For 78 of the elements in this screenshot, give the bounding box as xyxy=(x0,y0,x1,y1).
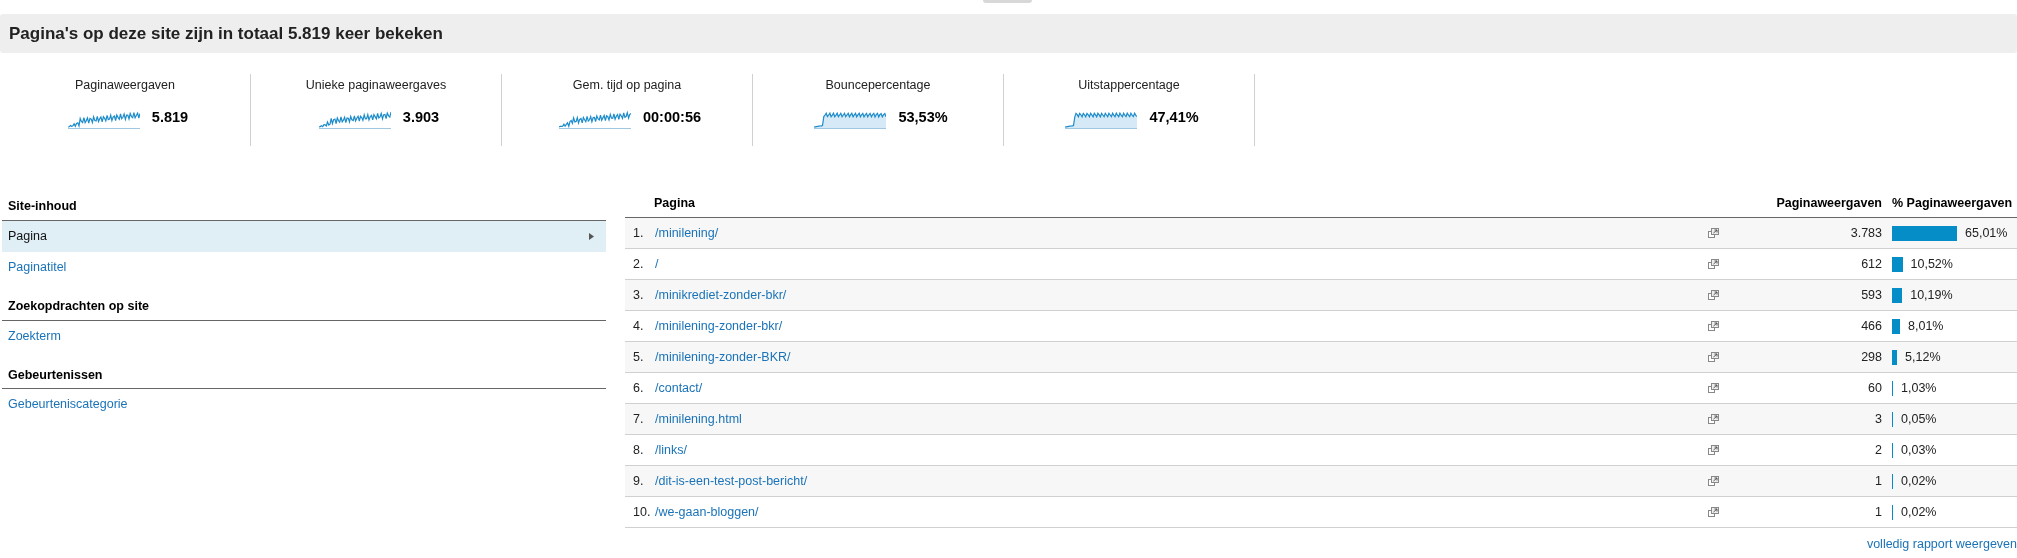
open-page-icon[interactable] xyxy=(1708,444,1719,456)
open-page-icon[interactable] xyxy=(1708,289,1719,301)
column-header: % Paginaweergaven xyxy=(1891,195,2014,213)
views-cell-text: 2 xyxy=(1874,441,1882,459)
views-cell-text: 466 xyxy=(1860,317,1882,335)
open-page-icon[interactable] xyxy=(1708,506,1719,518)
views-cell-text: 60 xyxy=(1867,379,1882,397)
metric-label: Uitstappercentage xyxy=(1078,77,1180,94)
views-cell-text: 593 xyxy=(1860,286,1882,304)
percent-bar xyxy=(1892,349,1898,365)
page-link[interactable]: / xyxy=(655,254,659,274)
metric-label: Bouncepercentage xyxy=(825,77,931,94)
open-page-icon[interactable] xyxy=(1708,413,1719,425)
views-cell-text: 3.783 xyxy=(1849,224,1882,242)
views-cell-text: 3 xyxy=(1874,410,1882,428)
sidebar-item[interactable]: Zoekterm xyxy=(2,320,606,352)
page-link[interactable]: /minilening/ xyxy=(655,223,719,243)
full-report-link[interactable]: volledig rapport weergeven xyxy=(1866,535,2017,554)
metric-value: 53,53% xyxy=(898,108,948,127)
open-page-icon[interactable] xyxy=(1708,320,1719,332)
percent-cell-text: 65,01% xyxy=(1965,224,2008,242)
views-cell-text: 1 xyxy=(1874,472,1882,490)
rank-number: 8. xyxy=(632,441,645,459)
metric-label: Unieke paginaweergaves xyxy=(305,77,447,94)
section-heading: Site-inhoud xyxy=(2,197,606,221)
percent-bar xyxy=(1892,225,1957,241)
percent-bar xyxy=(1892,256,1903,272)
percent-cell-text: 0,05% xyxy=(1901,410,1937,428)
metric-label: Paginaweergaven xyxy=(74,77,176,94)
sidebar-item[interactable]: Paginatitel xyxy=(2,251,606,283)
open-page-icon[interactable] xyxy=(1708,475,1719,487)
rank-number: 9. xyxy=(632,472,645,490)
page-link[interactable]: /minikrediet-zonder-bkr/ xyxy=(655,285,787,305)
rank-number: 10. xyxy=(632,503,652,521)
views-cell-text: 298 xyxy=(1860,348,1882,366)
percent-cell-text: 0,03% xyxy=(1901,441,1937,459)
page-link[interactable]: /minilening-zonder-BKR/ xyxy=(655,347,791,367)
page-link[interactable]: /we-gaan-bloggen/ xyxy=(655,502,759,522)
page-link[interactable]: /minilening.html xyxy=(655,409,742,429)
open-page-icon[interactable] xyxy=(1708,227,1719,239)
section-heading: Zoekopdrachten op site xyxy=(2,296,606,321)
open-page-icon[interactable] xyxy=(1708,351,1719,363)
rank-number: 5. xyxy=(632,348,645,366)
page-title: Pagina's op deze site zijn in totaal 5.819 keer bekeken xyxy=(9,22,443,45)
metric-value: 3.903 xyxy=(402,108,440,127)
open-page-icon[interactable] xyxy=(1708,382,1719,394)
page-link[interactable]: /links/ xyxy=(655,440,687,460)
rank-number: 7. xyxy=(632,410,645,428)
percent-bar xyxy=(1892,287,1903,303)
metric-label: Gem. tijd op pagina xyxy=(572,77,682,94)
percent-cell-text: 5,12% xyxy=(1905,348,1941,366)
percent-cell-text: 8,01% xyxy=(1908,317,1944,335)
rank-number: 4. xyxy=(632,317,645,335)
column-header: Paginaweergaven xyxy=(1775,195,1882,213)
section-heading: Gebeurtenissen xyxy=(2,365,606,390)
rank-number: 6. xyxy=(632,379,645,397)
sidebar-item[interactable]: Gebeurteniscategorie xyxy=(2,389,606,421)
metric-value: 5.819 xyxy=(151,108,189,127)
metric-value: 00:00:56 xyxy=(642,108,701,127)
column-header: Pagina xyxy=(654,195,696,213)
percent-cell-text: 0,02% xyxy=(1901,472,1937,490)
percent-bar xyxy=(1892,318,1900,334)
percent-cell-text: 0,02% xyxy=(1901,503,1937,521)
rank-number: 1. xyxy=(632,224,645,242)
metric-value: 47,41% xyxy=(1149,108,1199,127)
percent-cell-text: 10,52% xyxy=(1910,255,1953,273)
percent-cell-text: 10,19% xyxy=(1910,286,1953,304)
caret-icon xyxy=(589,232,594,240)
views-cell-text: 612 xyxy=(1860,255,1882,273)
sidebar-item[interactable]: Pagina xyxy=(2,220,606,252)
open-page-icon[interactable] xyxy=(1708,258,1719,270)
rank-number: 2. xyxy=(632,255,645,273)
page-link[interactable]: /dit-is-een-test-post-bericht/ xyxy=(655,471,808,491)
percent-cell-text: 1,03% xyxy=(1901,379,1937,397)
rank-number: 3. xyxy=(632,286,645,304)
page-link[interactable]: /contact/ xyxy=(655,378,703,398)
page-link[interactable]: /minilening-zonder-bkr/ xyxy=(655,316,783,336)
views-cell-text: 1 xyxy=(1874,503,1882,521)
